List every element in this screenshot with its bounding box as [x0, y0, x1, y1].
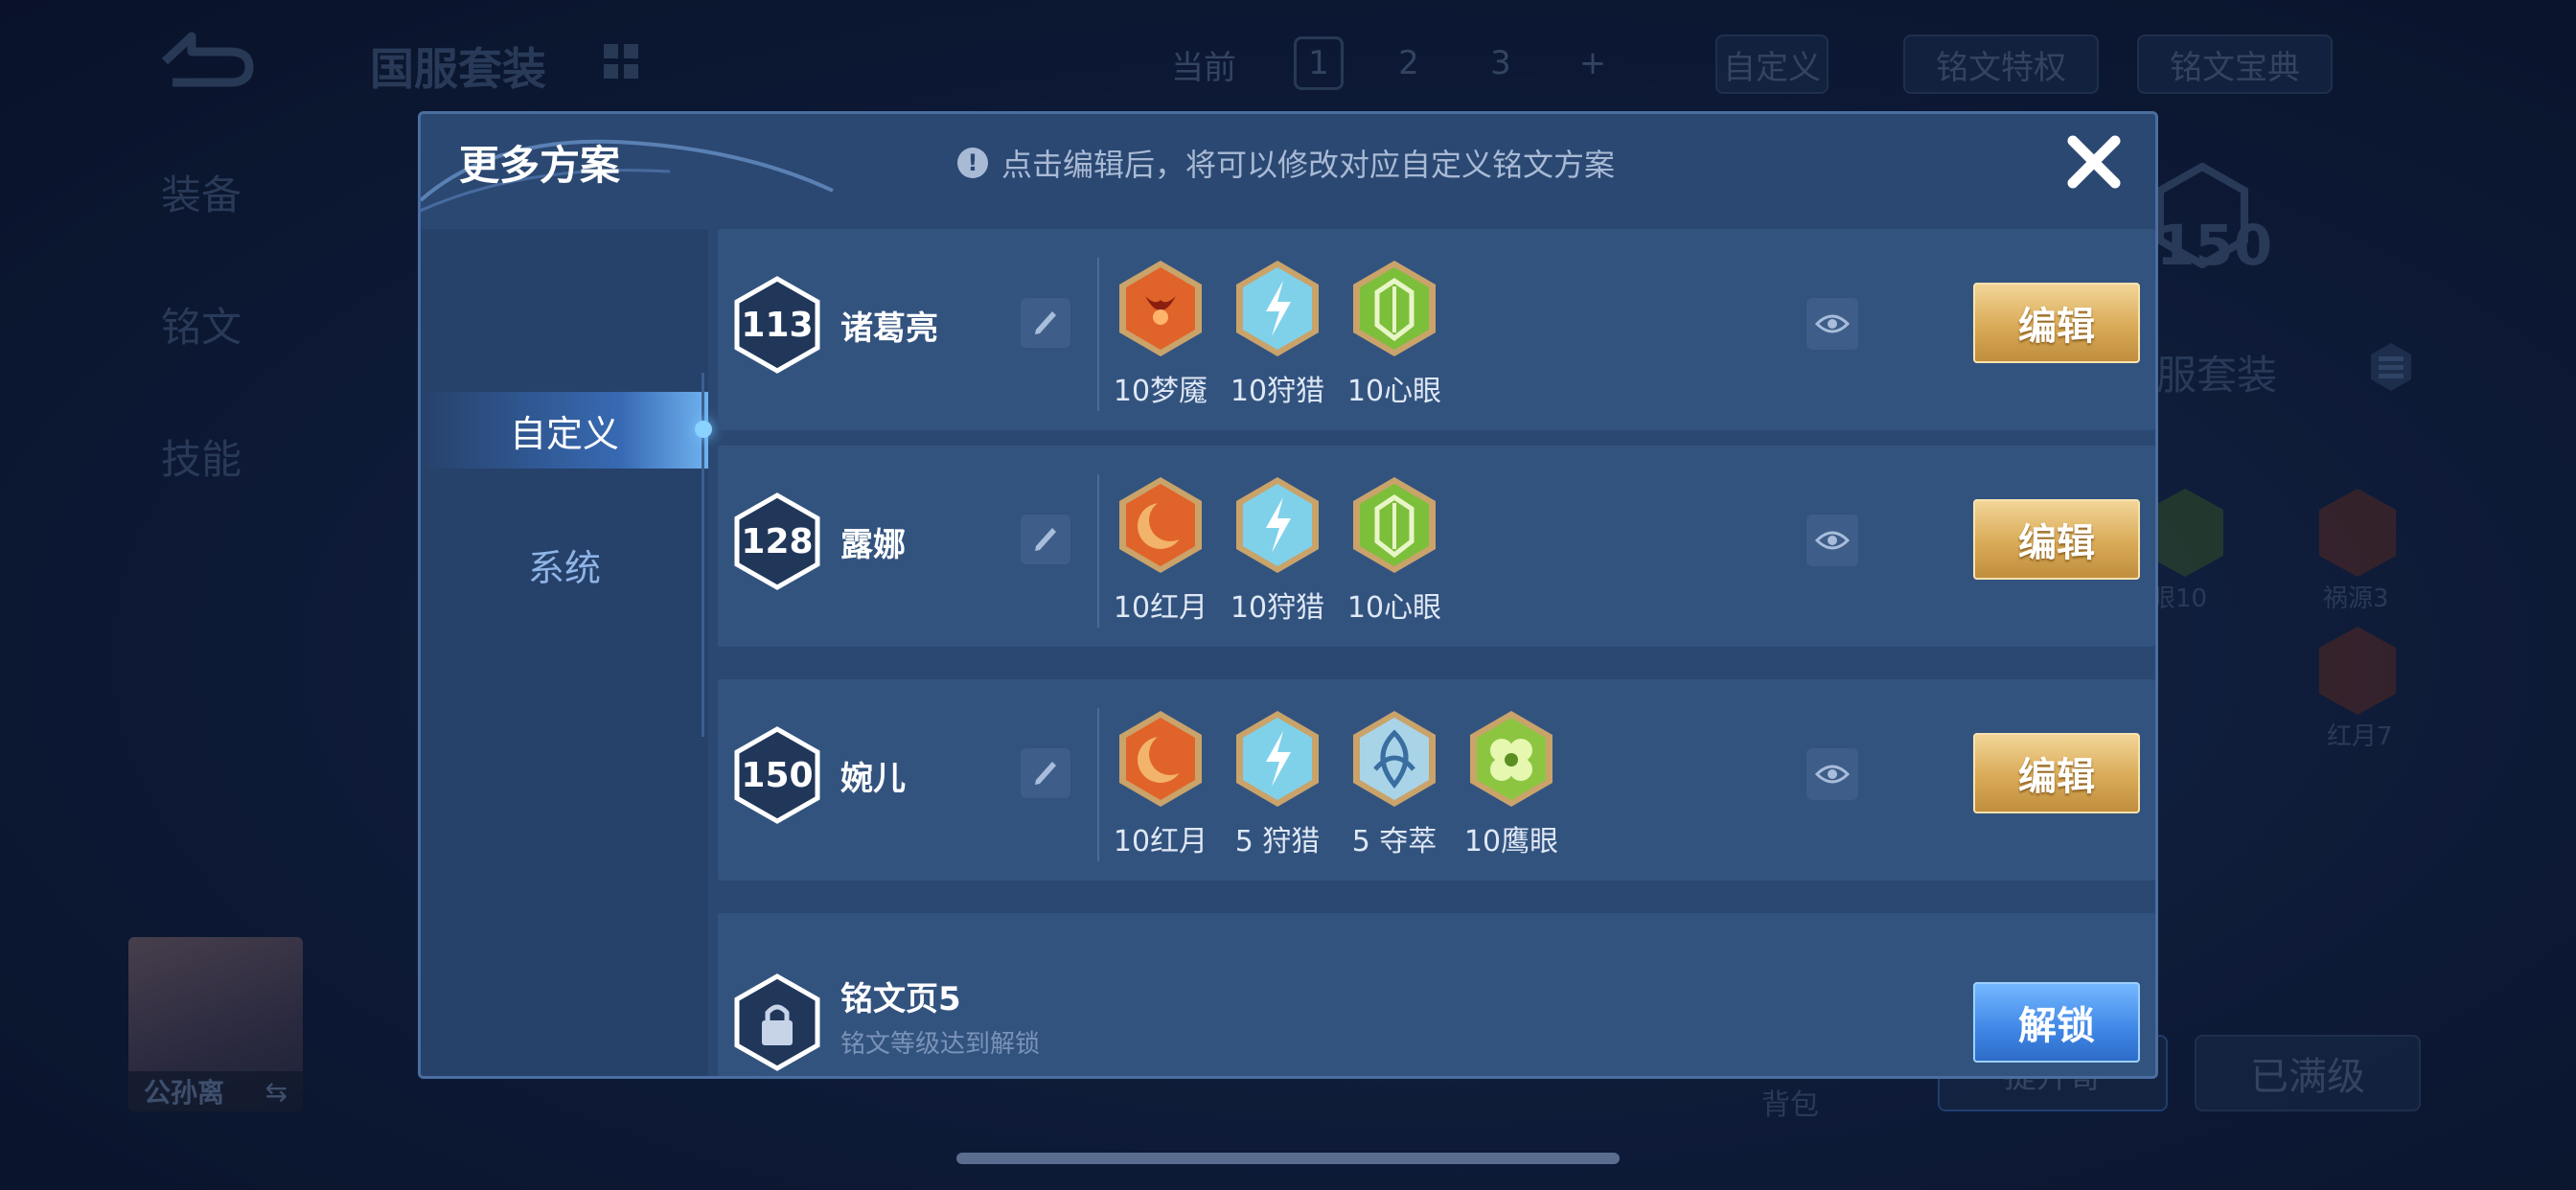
rune-label: 10心眼 — [1346, 591, 1442, 625]
rune-duocui-icon — [1353, 711, 1436, 807]
rune-item[interactable]: 5 狩猎 — [1233, 708, 1322, 871]
rune-item[interactable]: 10心眼 — [1346, 474, 1442, 637]
rune-shoulie-icon — [1236, 711, 1319, 807]
edit-button[interactable]: 编辑 — [1973, 499, 2140, 580]
close-icon[interactable] — [2059, 127, 2128, 196]
preview-button[interactable] — [1806, 298, 1858, 350]
eye-icon — [1815, 765, 1850, 784]
pen-icon — [1035, 311, 1056, 334]
eye-icon — [1815, 531, 1850, 550]
plan-row: 113 诸葛亮 10梦魇 10狩猎 10心眼 编辑 — [718, 229, 2155, 430]
hero-name: 诸葛亮 — [840, 309, 938, 348]
rename-button[interactable] — [1021, 748, 1070, 798]
active-indicator — [695, 421, 712, 438]
rune-label: 10红月 — [1113, 825, 1208, 858]
edit-button[interactable]: 编辑 — [1973, 733, 2140, 813]
level-badge: 150 — [733, 725, 821, 825]
rune-list: 10红月 5 狩猎 5 夺萃 10鹰眼 — [1113, 708, 1559, 871]
plan-row: 150 婉儿 10红月 5 狩猎 5 夺萃 10鹰眼 编辑 — [718, 679, 2155, 881]
rune-label: 5 狩猎 — [1234, 825, 1321, 858]
rune-hongyue-icon — [1119, 477, 1202, 573]
preview-button[interactable] — [1806, 515, 1858, 566]
rune-shoulie-icon — [1236, 477, 1319, 573]
rune-label: 10心眼 — [1346, 375, 1442, 408]
rune-xinyan-icon — [1353, 477, 1436, 573]
hero-name: 露娜 — [840, 526, 906, 564]
level-value: 113 — [741, 305, 814, 345]
rune-label: 10红月 — [1113, 591, 1208, 625]
row-divider — [1097, 258, 1099, 411]
rune-label: 10狩猎 — [1230, 375, 1325, 408]
edit-button[interactable]: 编辑 — [1973, 283, 2140, 363]
rune-item[interactable]: 10狩猎 — [1230, 258, 1325, 421]
rune-item[interactable]: 10心眼 — [1346, 258, 1442, 421]
tab-custom[interactable]: 自定义 — [421, 392, 708, 469]
rune-list: 10梦魇 10狩猎 10心眼 — [1113, 258, 1442, 421]
level-value: 128 — [741, 521, 814, 561]
row-divider — [1097, 708, 1099, 861]
level-badge: 113 — [733, 275, 821, 375]
hero-name: 婉儿 — [840, 760, 906, 798]
rune-xinyan-icon — [1353, 261, 1436, 356]
eye-icon — [1815, 314, 1850, 333]
preview-button[interactable] — [1806, 748, 1858, 800]
rune-mengyan-icon — [1119, 261, 1202, 356]
pen-icon — [1035, 762, 1056, 785]
rune-item[interactable]: 10狩猎 — [1230, 474, 1325, 637]
rune-label: 5 夺萃 — [1351, 825, 1438, 858]
unlock-button[interactable]: 解锁 — [1973, 982, 2140, 1063]
tab-custom-label: 自定义 — [509, 412, 619, 455]
plan-sidebar: 自定义 系统 — [421, 229, 712, 1076]
modal-title: 更多方案 — [459, 142, 621, 189]
locked-plan-row: 铭文页5 铭文等级达到解锁 解锁 — [718, 913, 2155, 1076]
rename-button[interactable] — [1021, 515, 1070, 564]
rune-item[interactable]: 10红月 — [1113, 474, 1208, 637]
info-icon: ! — [957, 148, 988, 178]
rune-item[interactable]: 10鹰眼 — [1463, 708, 1559, 871]
rune-item[interactable]: 10梦魇 — [1113, 258, 1208, 421]
notice-text: 点击编辑后，将可以修改对应自定义铭文方案 — [1001, 147, 1616, 183]
lock-badge — [733, 973, 821, 1072]
rune-yingyan-icon — [1470, 711, 1552, 807]
tab-system-label: 系统 — [527, 546, 601, 589]
home-indicator[interactable] — [956, 1153, 1620, 1164]
plan-row: 128 露娜 10红月 10狩猎 10心眼 编辑 — [718, 446, 2155, 647]
rune-list: 10红月 10狩猎 10心眼 — [1113, 474, 1442, 637]
rename-button[interactable] — [1021, 298, 1070, 348]
rune-item[interactable]: 10红月 — [1113, 708, 1208, 871]
more-plans-modal: 更多方案 ! 点击编辑后，将可以修改对应自定义铭文方案 自定义 系统 113 诸… — [418, 111, 2158, 1079]
notice: ! 点击编辑后，将可以修改对应自定义铭文方案 — [957, 141, 1615, 185]
locked-plan-subtitle: 铭文等级达到解锁 — [840, 1030, 1041, 1059]
rune-hongyue-icon — [1119, 711, 1202, 807]
rune-label: 10狩猎 — [1230, 591, 1325, 625]
locked-plan-title: 铭文页5 — [840, 980, 961, 1018]
rune-shoulie-icon — [1236, 261, 1319, 356]
pen-icon — [1035, 528, 1056, 551]
tab-system[interactable]: 系统 — [421, 526, 708, 603]
rune-label: 10梦魇 — [1113, 375, 1208, 408]
row-divider — [1097, 474, 1099, 628]
level-value: 150 — [741, 755, 814, 795]
rune-label: 10鹰眼 — [1463, 825, 1559, 858]
rune-item[interactable]: 5 夺萃 — [1350, 708, 1438, 871]
level-badge: 128 — [733, 492, 821, 591]
